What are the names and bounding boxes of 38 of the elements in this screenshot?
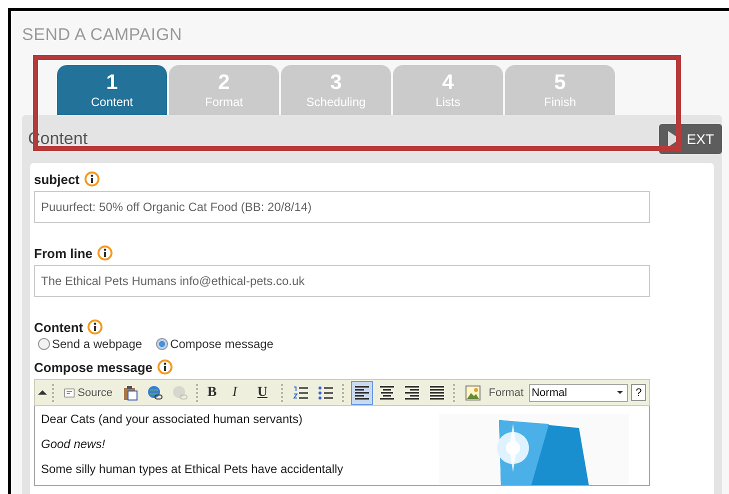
page-title: SEND A CAMPAIGN	[22, 25, 184, 45]
globe-link-icon	[146, 384, 162, 400]
collapse-icon	[38, 390, 48, 395]
bold-button[interactable]: B	[204, 380, 226, 404]
info-icon[interactable]	[96, 245, 113, 261]
clipboard-icon	[122, 384, 138, 400]
radio-option[interactable]: Send a webpage	[38, 337, 142, 351]
field-label: Compose message	[34, 360, 152, 374]
help-button[interactable]: ?	[631, 384, 646, 401]
dropdown-icon	[617, 391, 624, 394]
radio-option[interactable]: Compose message	[156, 337, 274, 351]
step-tab[interactable]: 1 Content	[57, 65, 167, 115]
numbered-list-icon	[293, 384, 310, 400]
info-icon[interactable]	[84, 171, 100, 187]
info-icon[interactable]	[156, 359, 172, 375]
field-label: subject	[34, 172, 80, 186]
italic-button[interactable]: I	[229, 380, 252, 404]
align-center-icon	[378, 384, 395, 400]
align-right-icon	[404, 384, 420, 400]
field-label: From line	[34, 246, 93, 260]
bullet-list-icon	[318, 384, 334, 400]
info-icon[interactable]	[87, 319, 104, 335]
message-paragraph: Some silly human types at Ethical Pets have accidentally	[41, 462, 344, 476]
underline-button[interactable]: U	[254, 380, 276, 404]
format-label: Format	[488, 386, 525, 398]
field-label: Content	[34, 320, 84, 334]
message-editor[interactable]: Dear Cats (and your associated human servants) Good news! Some silly human types at Ethical Pets have accidentally	[34, 406, 650, 486]
globe-unlink-icon	[172, 384, 188, 400]
text-field[interactable]: Puuurfect: 50% off Organic Cat Food (BB: 20/8/14)	[34, 191, 650, 223]
message-paragraph: Good news!	[41, 437, 106, 451]
align-left-icon	[354, 384, 370, 400]
message-paragraph: Dear Cats (and your associated human servants)	[41, 412, 304, 426]
text-field[interactable]: The Ethical Pets Humans info@ethical-pets.co.uk	[34, 265, 650, 297]
format-select[interactable]: Normal	[528, 384, 628, 402]
source-button[interactable]: Source	[60, 380, 116, 404]
align-left-button[interactable]	[350, 380, 373, 404]
image-icon	[464, 384, 481, 400]
align-justify-icon	[428, 384, 445, 400]
